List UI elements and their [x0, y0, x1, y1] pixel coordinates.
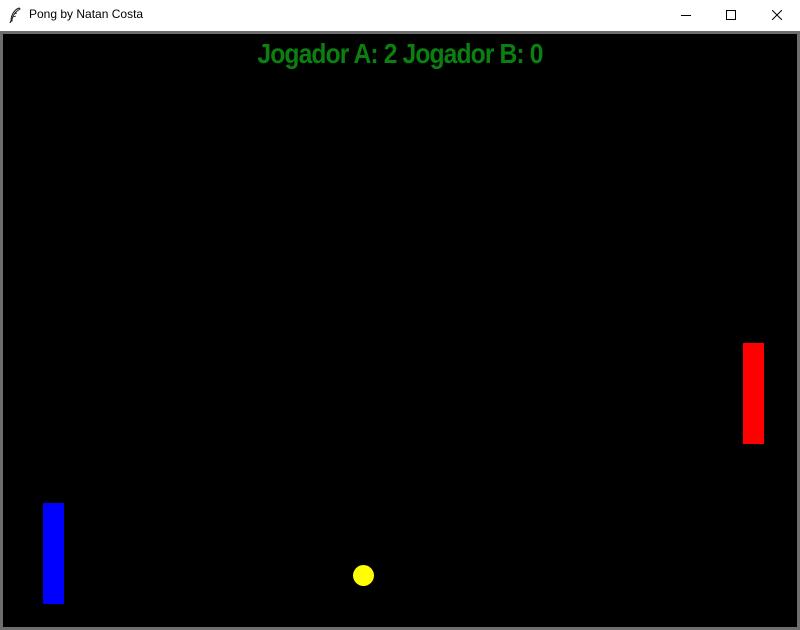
minimize-button[interactable] [663, 0, 709, 30]
window-title: Pong by Natan Costa [29, 7, 144, 21]
player-b-paddle [743, 343, 764, 444]
player-a-paddle [43, 503, 64, 604]
close-icon [772, 10, 782, 20]
game-canvas[interactable]: Jogador A: 2 Jogador B: 0 [3, 34, 797, 627]
feather-icon [9, 7, 21, 23]
minimize-icon [681, 15, 691, 16]
score-display: Jogador A: 2 Jogador B: 0 [257, 38, 543, 69]
app-window: Pong by Natan Costa Jogador A: 2 Jogador… [0, 0, 800, 630]
maximize-icon [726, 10, 736, 20]
title-bar[interactable]: Pong by Natan Costa [0, 0, 800, 30]
game-canvas-frame: Jogador A: 2 Jogador B: 0 [0, 31, 800, 630]
maximize-button[interactable] [708, 0, 754, 30]
ball [353, 565, 374, 586]
close-button[interactable] [754, 0, 800, 30]
